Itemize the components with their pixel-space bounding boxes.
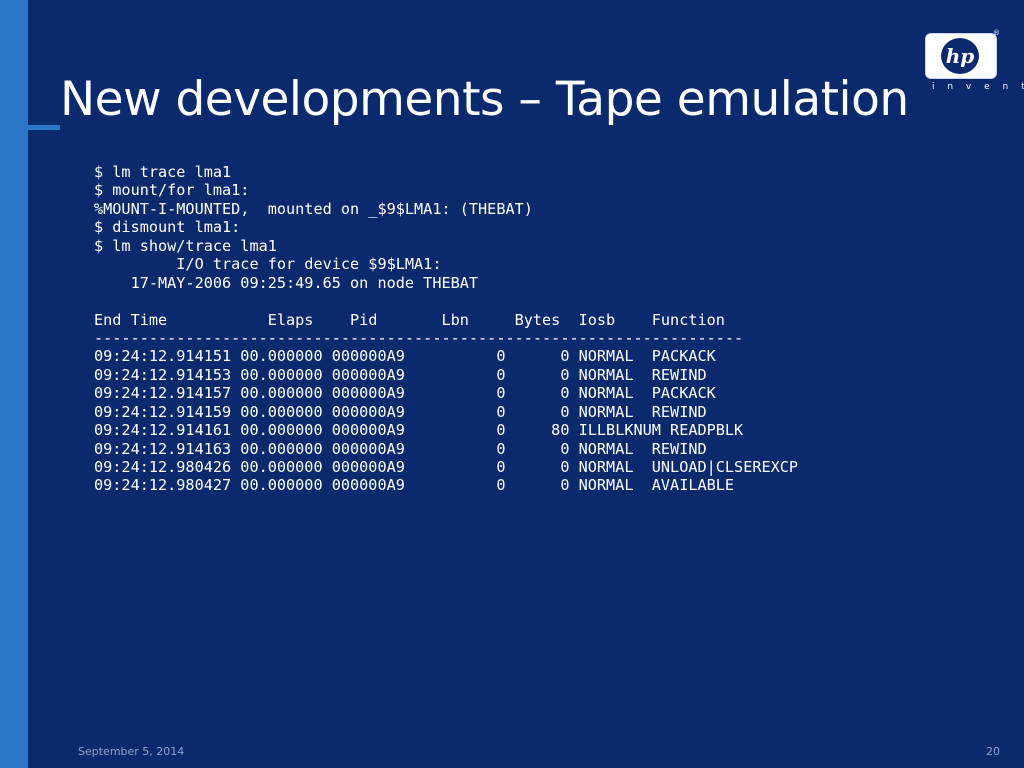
page-number: 20 [986, 745, 1000, 758]
terminal-line: %MOUNT-I-MOUNTED, mounted on _$9$LMA1: (… [94, 199, 533, 218]
terminal-line: 09:24:12.914159 00.000000 000000A9 0 0 N… [94, 402, 707, 421]
terminal-line: I/O trace for device $9$LMA1: [94, 255, 442, 274]
terminal-line: $ lm show/trace lma1 [94, 236, 277, 255]
terminal-line: 09:24:12.980427 00.000000 000000A9 0 0 N… [94, 476, 735, 495]
terminal-line: 09:24:12.914161 00.000000 000000A9 0 80 … [94, 421, 744, 440]
terminal-line: $ dismount lma1: [94, 218, 241, 237]
terminal-line: 09:24:12.914153 00.000000 000000A9 0 0 N… [94, 365, 707, 384]
terminal-line: 17-MAY-2006 09:25:49.65 on node THEBAT [94, 273, 479, 292]
hp-logo-box: hp [925, 33, 997, 79]
hp-tagline: i n v e n t [932, 82, 1024, 92]
left-accent-bar [0, 0, 28, 768]
terminal-line: $ lm trace lma1 [94, 163, 232, 181]
hp-wordmark: hp [946, 44, 975, 68]
terminal-line: $ mount/for lma1: [94, 181, 250, 200]
slide-title: New developments – Tape emulation [60, 72, 909, 127]
terminal-line: 09:24:12.980426 00.000000 000000A9 0 0 N… [94, 458, 799, 476]
terminal-line: End Time Elaps Pid Lbn Bytes Iosb Functi… [94, 310, 725, 329]
hp-logo: hp ® i n v e n t [925, 29, 1024, 93]
terminal-line: 09:24:12.914163 00.000000 000000A9 0 0 N… [94, 439, 707, 458]
footer-date: September 5, 2014 [78, 745, 185, 758]
title-accent-tick [0, 125, 60, 130]
terminal-output: $ lm trace lma1 $ mount/for lma1: %MOUNT-I… [94, 163, 798, 495]
terminal-line: 09:24:12.914157 00.000000 000000A9 0 0 N… [94, 384, 716, 403]
registered-mark: ® [993, 29, 1000, 37]
slide: New developments – Tape emulation hp ® i… [0, 0, 1024, 768]
terminal-line: 09:24:12.914151 00.000000 000000A9 0 0 N… [94, 347, 716, 366]
terminal-line: ----------------------------------------… [94, 328, 744, 347]
hp-logo-icon: hp [941, 38, 979, 74]
